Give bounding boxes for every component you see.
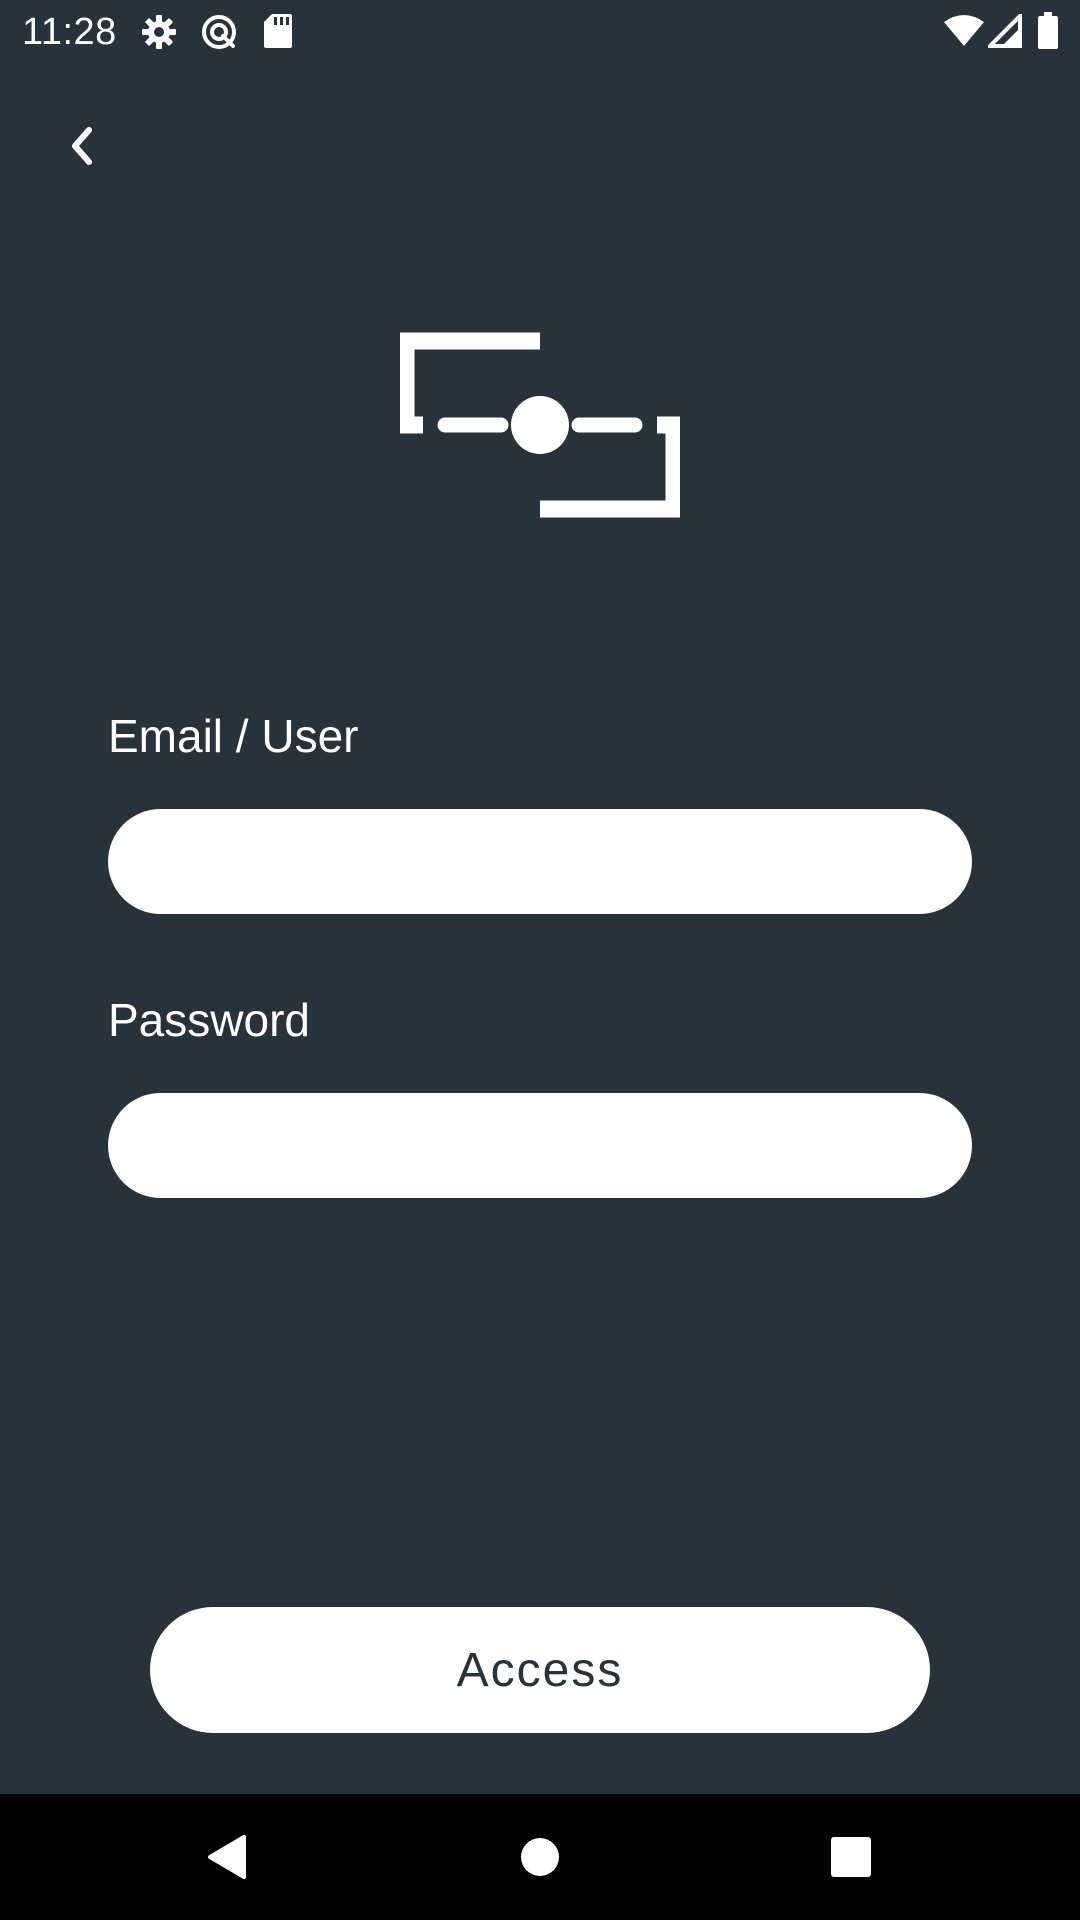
access-button[interactable]: Access bbox=[150, 1607, 930, 1733]
nav-recents-button[interactable] bbox=[781, 1794, 921, 1920]
nav-home-button[interactable] bbox=[470, 1794, 610, 1920]
cellular-signal-icon bbox=[988, 14, 1022, 48]
gear-icon bbox=[142, 15, 176, 49]
sd-card-icon bbox=[264, 14, 292, 48]
email-label: Email / User bbox=[108, 710, 359, 762]
back-triangle-icon bbox=[208, 1835, 246, 1879]
navigation-bar bbox=[0, 1794, 1080, 1920]
sync-circle-icon bbox=[202, 15, 236, 49]
email-field[interactable] bbox=[108, 809, 972, 914]
recents-square-icon bbox=[831, 1837, 871, 1877]
frame-slider-logo-icon bbox=[400, 332, 680, 518]
wifi-icon bbox=[944, 15, 984, 46]
nav-back-button[interactable] bbox=[156, 1794, 296, 1920]
status-bar: 11:28 bbox=[0, 0, 1080, 64]
battery-icon bbox=[1038, 12, 1058, 49]
back-button[interactable] bbox=[50, 110, 114, 182]
password-field[interactable] bbox=[108, 1093, 972, 1198]
password-label: Password bbox=[108, 994, 310, 1046]
status-time: 11:28 bbox=[22, 11, 117, 53]
home-circle-icon bbox=[521, 1838, 559, 1876]
chevron-left-icon bbox=[72, 127, 92, 165]
